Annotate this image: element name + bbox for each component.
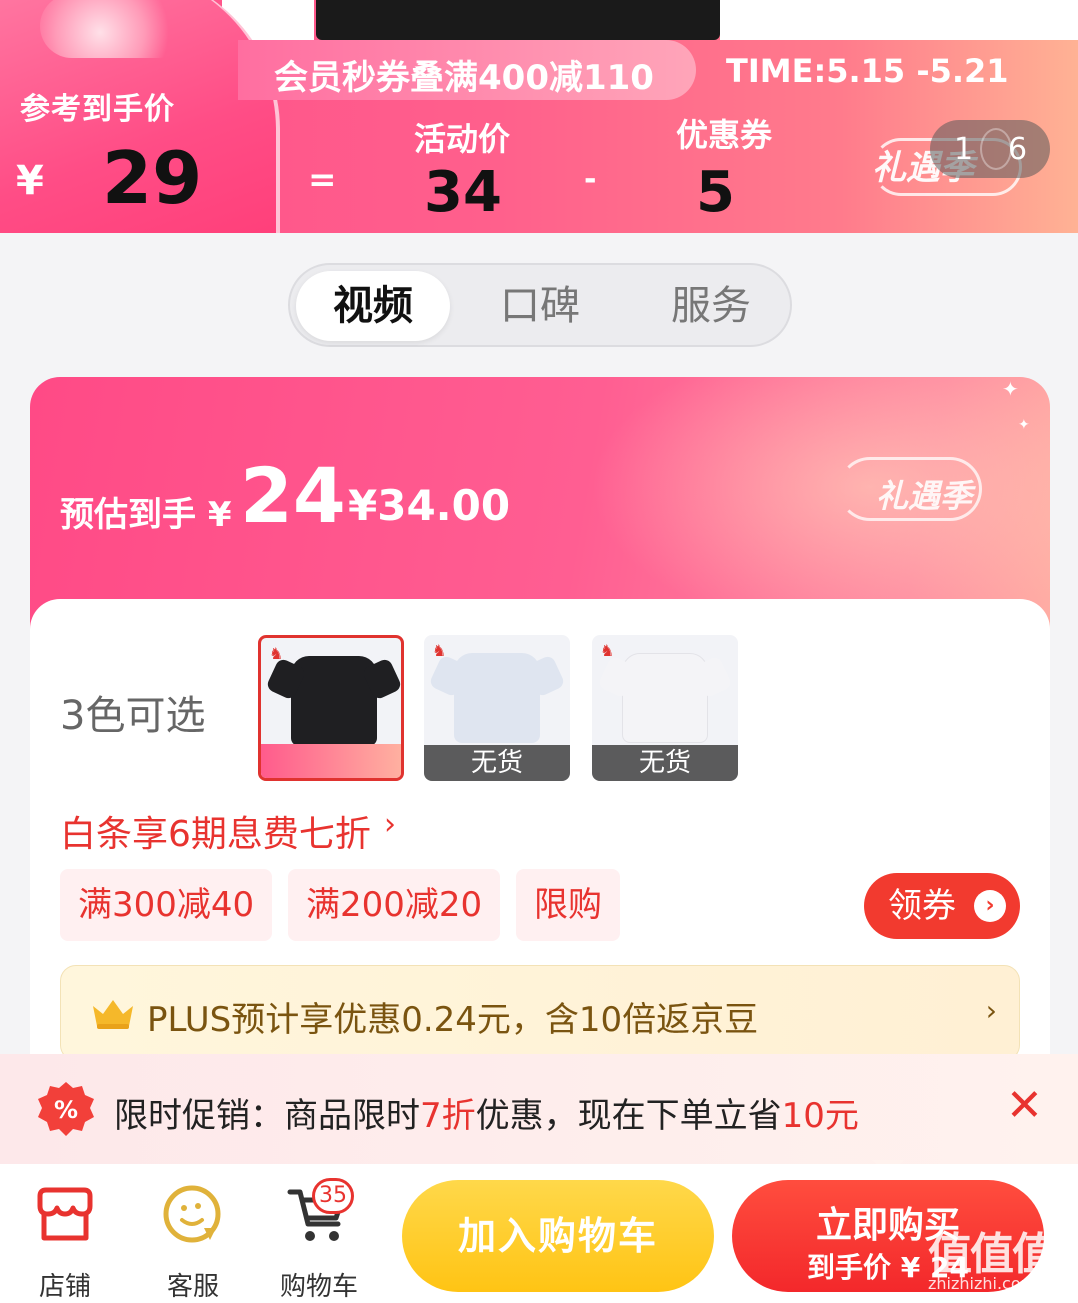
colors-label: 3色可选 <box>60 693 206 739</box>
product-options: 3色可选 ♞ ♞ 无货 ♞ 无货 白条享6期息费七折 › 满300减40 满20… <box>30 599 1050 1097</box>
banner-bg-strip <box>720 0 1078 40</box>
flash-sale-text: 限时促销：商品限时7折优惠，现在下单立省10元 <box>114 1088 859 1137</box>
watermark-logo: 值值值 <box>928 1229 1056 1280</box>
flash-middle: 优惠，现在下单立省 <box>475 1096 782 1136</box>
add-to-cart-button[interactable]: 加入购物车 <box>402 1180 714 1292</box>
image-pager: 1 6 <box>930 120 1050 178</box>
close-icon[interactable]: ✕ <box>1006 1084 1043 1128</box>
color-swatch-white[interactable]: ♞ 无货 <box>592 635 738 781</box>
card-glow <box>590 377 1050 637</box>
promo-banner[interactable]: 参考到手价 ¥ 29 会员秒券叠满400减110 TIME:5.15 -5.21… <box>0 0 1078 233</box>
nav-service-label: 客服 <box>166 1272 219 1302</box>
pager-current: 1 <box>954 132 974 167</box>
promo-chip[interactable]: 限购 <box>516 869 620 941</box>
price-card: ✦ ✦ 预估到手 ¥ 24 ¥34.00 › 礼遇季 3色可选 ♞ ♞ 无货 ♞… <box>30 377 1050 1097</box>
flash-prefix: 限时促销：商品限时 <box>114 1096 420 1136</box>
promo-chip[interactable]: 满300减40 <box>60 869 273 941</box>
nav-store-label: 店铺 <box>38 1272 91 1302</box>
estimated-price: 24 <box>240 451 346 540</box>
chevron-right-icon: › <box>985 994 997 1027</box>
nav-store[interactable]: 店铺 <box>10 1182 120 1303</box>
out-of-stock-label: 无货 <box>592 745 738 781</box>
activity-price-label: 活动价 <box>414 120 511 158</box>
media-tabs: 视频 口碑 服务 <box>288 263 792 347</box>
gift-icon <box>40 0 190 58</box>
tshirt-image <box>454 653 540 743</box>
tab-reviews[interactable]: 口碑 <box>470 271 610 341</box>
minus-sign: - <box>584 162 597 197</box>
swatch-promo-strip <box>261 744 401 778</box>
bottom-action-bar: 店铺 客服 35 购物车 加入购物车 立即购买 到手价 ¥ 24 <box>0 1164 1078 1303</box>
cart-count-badge: 35 <box>312 1178 354 1214</box>
ref-price-value: 29 <box>102 136 203 220</box>
tab-service[interactable]: 服务 <box>636 271 786 341</box>
star-icon: ✦ <box>1018 417 1030 433</box>
promo-time: TIME:5.15 -5.21 <box>726 52 1009 90</box>
chevron-right-icon[interactable]: › <box>384 807 396 842</box>
color-swatch-blue[interactable]: ♞ 无货 <box>424 635 570 781</box>
discount-badge-icon: % <box>38 1082 94 1136</box>
plus-benefit-bar[interactable]: PLUS预计享优惠0.24元，含10倍返京豆 › <box>60 965 1020 1061</box>
coupon-value: 5 <box>696 160 735 225</box>
promo-chip[interactable]: 满200减20 <box>288 869 501 941</box>
get-coupon-button[interactable]: 领券 › <box>864 873 1020 939</box>
flash-sale-bar[interactable]: % 限时促销：商品限时7折优惠，现在下单立省10元 ✕ <box>0 1054 1078 1164</box>
tshirt-image <box>622 653 708 743</box>
activity-price-value: 34 <box>424 160 502 225</box>
svg-text:%: % <box>54 1096 78 1124</box>
event-logo: 礼遇季 <box>876 477 973 515</box>
crown-icon <box>93 1000 133 1029</box>
plus-benefit-text: PLUS预计享优惠0.24元，含10倍返京豆 <box>147 1000 759 1040</box>
promo-text: 会员秒券叠满400减110 <box>274 58 654 98</box>
flash-discount: 7折 <box>420 1096 476 1136</box>
nav-cart[interactable]: 35 购物车 <box>264 1178 374 1303</box>
store-icon <box>37 1187 93 1241</box>
flash-saving: 10元 <box>781 1096 859 1136</box>
coupon-label: 优惠券 <box>676 116 773 154</box>
ref-price-label: 参考到手价 <box>20 92 175 127</box>
estimated-price-label: 预估到手 ¥ <box>60 495 232 535</box>
nav-service[interactable]: 客服 <box>138 1182 248 1303</box>
star-icon: ✦ <box>1002 377 1019 401</box>
nav-cart-label: 购物车 <box>279 1272 358 1302</box>
installment-offer[interactable]: 白条享6期息费七折 <box>60 805 371 857</box>
chevron-right-icon: › <box>974 890 1006 922</box>
tshirt-image <box>291 656 377 746</box>
customer-service-icon <box>163 1185 221 1243</box>
chevron-right-icon[interactable]: › <box>498 493 508 523</box>
color-swatch-black[interactable]: ♞ <box>258 635 404 781</box>
original-price[interactable]: ¥34.00 <box>348 481 510 530</box>
pager-total: 6 <box>1008 132 1028 167</box>
get-coupon-label: 领券 <box>888 886 956 926</box>
product-image-edge <box>316 0 720 40</box>
currency-symbol: ¥ <box>16 158 44 204</box>
watermark-url: zhizhizhi.com <box>928 1274 1037 1293</box>
product-page: 参考到手价 ¥ 29 会员秒券叠满400减110 TIME:5.15 -5.21… <box>0 0 1078 1303</box>
equals-sign: = <box>308 160 337 200</box>
out-of-stock-label: 无货 <box>424 745 570 781</box>
tab-video[interactable]: 视频 <box>296 271 450 341</box>
